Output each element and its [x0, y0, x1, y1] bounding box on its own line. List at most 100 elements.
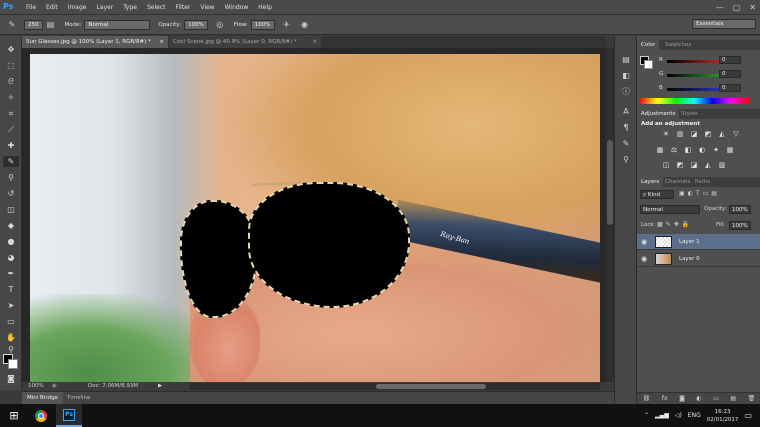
network-icon[interactable]: ▂▄▆: [655, 412, 669, 419]
info-panel-icon[interactable]: ⓘ: [620, 86, 632, 97]
tab-timeline[interactable]: Timeline: [62, 392, 95, 404]
pressure-opacity-icon[interactable]: ◎: [214, 19, 226, 31]
blur-tool-icon[interactable]: ●: [3, 236, 19, 247]
close-tab-icon[interactable]: ×: [312, 36, 317, 48]
brush-size-picker[interactable]: 250: [24, 19, 43, 30]
volume-icon[interactable]: ◁): [675, 412, 682, 419]
properties-panel-icon[interactable]: ◧: [620, 70, 632, 81]
language-indicator[interactable]: ENG: [688, 412, 701, 419]
vertical-scroll-thumb[interactable]: [607, 140, 613, 225]
red-channel-value[interactable]: 0: [719, 56, 741, 64]
delete-layer-icon[interactable]: 🗑: [748, 395, 756, 402]
channel-mixer-icon[interactable]: ✦: [711, 146, 721, 155]
crop-tool-icon[interactable]: ⌗: [3, 108, 19, 119]
maximize-button[interactable]: ▢: [733, 3, 741, 12]
tab-cool-scene[interactable]: Cool Scene.jpg @ 40.9% (Layer 0, RGB/8#)…: [169, 36, 321, 48]
posterize-icon[interactable]: ◩: [675, 161, 685, 170]
fill-input[interactable]: 100%: [729, 221, 751, 230]
color-spectrum-bar[interactable]: [639, 98, 749, 104]
levels-icon[interactable]: ▥: [675, 130, 685, 139]
eraser-tool-icon[interactable]: ◫: [3, 204, 19, 215]
gradient-triangle-icon[interactable]: ▽: [731, 130, 741, 139]
menu-filter[interactable]: Filter: [171, 0, 196, 15]
hand-tool-icon[interactable]: ✋: [3, 332, 19, 343]
clock[interactable]: 16:23 02/01/2017: [707, 408, 739, 424]
horizontal-scroll-thumb[interactable]: [376, 384, 486, 389]
layer-style-icon[interactable]: fx: [662, 395, 668, 402]
flow-input[interactable]: 100%: [250, 19, 275, 30]
move-tool-icon[interactable]: ✥: [3, 44, 19, 55]
tab-channels[interactable]: Channels: [661, 177, 694, 187]
green-channel-value[interactable]: 0: [719, 70, 741, 78]
tab-swatches[interactable]: Swatches: [661, 40, 695, 50]
eye-icon[interactable]: ◉: [641, 251, 647, 267]
blue-channel-value[interactable]: 0: [719, 84, 741, 92]
color-balance-icon[interactable]: ⚖: [669, 146, 679, 155]
clone-stamp-tool-icon[interactable]: ⚲: [3, 172, 19, 183]
new-layer-icon[interactable]: ▤: [730, 395, 736, 402]
layer-mask-icon[interactable]: ◙: [679, 395, 685, 402]
brightness-contrast-icon[interactable]: ☀: [661, 130, 671, 139]
dodge-tool-icon[interactable]: ◕: [3, 252, 19, 263]
layer-filter-icons[interactable]: ▣◐T▭▤: [679, 190, 749, 199]
tab-mini-bridge[interactable]: Mini Bridge: [22, 392, 63, 404]
menu-layer[interactable]: Layer: [91, 0, 118, 15]
right-lens-selection[interactable]: [248, 182, 410, 308]
menu-image[interactable]: Image: [63, 0, 92, 15]
adjustment-layer-icon[interactable]: ◐: [696, 395, 701, 402]
invert-icon[interactable]: ◫: [661, 161, 671, 170]
status-menu-arrow-icon[interactable]: ▶: [158, 382, 162, 391]
path-selection-tool-icon[interactable]: ➤: [3, 300, 19, 311]
threshold-icon[interactable]: ◪: [689, 161, 699, 170]
show-hidden-icons-icon[interactable]: ⌃: [644, 412, 649, 419]
color-lookup-icon[interactable]: ▦: [725, 146, 735, 155]
workspace-select[interactable]: Essentials: [692, 19, 756, 29]
document-canvas[interactable]: Ray-Ban: [30, 54, 600, 382]
layer-opacity-input[interactable]: 100%: [729, 205, 751, 214]
start-button[interactable]: ⊞: [0, 404, 28, 427]
eye-icon[interactable]: ◉: [641, 234, 647, 250]
paint-bucket-tool-icon[interactable]: ◆: [3, 220, 19, 231]
close-tab-icon[interactable]: ×: [159, 36, 164, 48]
menu-view[interactable]: View: [195, 0, 219, 15]
brush-panel-toggle-icon[interactable]: ▤: [45, 19, 57, 31]
action-center-icon[interactable]: ▭: [744, 411, 752, 420]
airbrush-icon[interactable]: ✈: [281, 19, 293, 31]
quick-mask-icon[interactable]: ◙: [3, 373, 19, 384]
curves-icon[interactable]: ◪: [689, 130, 699, 139]
new-group-icon[interactable]: ▭: [713, 395, 719, 402]
tab-styles[interactable]: Styles: [677, 109, 702, 119]
mode-select[interactable]: Normal: [84, 19, 151, 30]
lock-options-icons[interactable]: ▦✎✥🔒: [657, 221, 692, 228]
tab-sun-glasses[interactable]: Sun Glasses.jpg @ 100% (Layer 1, RGB/8#)…: [22, 36, 168, 48]
clone-source-panel-icon[interactable]: ⚲: [620, 154, 632, 165]
tab-paths[interactable]: Paths: [691, 177, 714, 187]
pressure-size-icon[interactable]: ◉: [299, 19, 311, 31]
exposure-icon[interactable]: ◩: [703, 130, 713, 139]
brush-tool-icon[interactable]: ✎: [3, 156, 19, 167]
horizontal-scrollbar[interactable]: [190, 383, 600, 390]
history-panel-icon[interactable]: ▤: [620, 54, 632, 65]
paragraph-panel-icon[interactable]: ¶: [620, 122, 632, 133]
zoom-level[interactable]: 100%: [28, 382, 44, 391]
character-panel-icon[interactable]: A: [620, 106, 632, 117]
vibrance-icon[interactable]: ◭: [717, 130, 727, 139]
layer-row-layer-1[interactable]: ◉ Layer 1: [637, 234, 760, 250]
menu-type[interactable]: Type: [118, 0, 142, 15]
layer-filter-select[interactable]: ⌕ Kind: [640, 190, 674, 199]
menu-select[interactable]: Select: [142, 0, 171, 15]
healing-brush-tool-icon[interactable]: ✚: [3, 140, 19, 151]
marquee-tool-icon[interactable]: ⬚: [3, 60, 19, 71]
history-brush-tool-icon[interactable]: ↺: [3, 188, 19, 199]
lasso-tool-icon[interactable]: ᘓ: [3, 76, 19, 87]
vertical-scrollbar[interactable]: [606, 48, 614, 382]
eyedropper-tool-icon[interactable]: ⟋: [3, 124, 19, 135]
shape-tool-icon[interactable]: ▭: [3, 316, 19, 327]
chrome-icon[interactable]: [28, 404, 54, 427]
opacity-input[interactable]: 100%: [183, 19, 208, 30]
background-color-swatch[interactable]: [8, 359, 18, 369]
layer-row-layer-0[interactable]: ◉ Layer 0: [637, 251, 760, 267]
status-options-icon[interactable]: ◉: [52, 382, 57, 391]
photo-filter-icon[interactable]: ◐: [697, 146, 707, 155]
menu-file[interactable]: File: [21, 0, 41, 15]
